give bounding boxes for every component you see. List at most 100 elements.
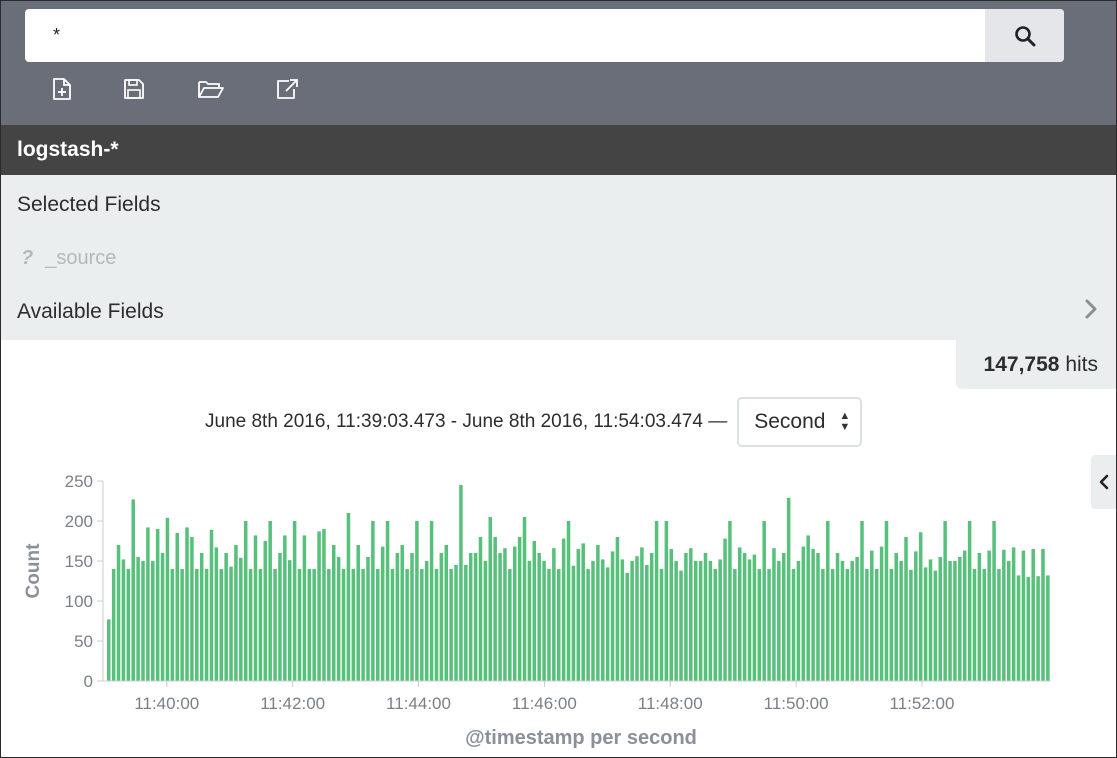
histogram-bar[interactable] bbox=[801, 546, 806, 681]
histogram-bar[interactable] bbox=[439, 553, 444, 681]
histogram-bar[interactable] bbox=[967, 521, 972, 681]
histogram-bar[interactable] bbox=[835, 553, 840, 681]
histogram-bar[interactable] bbox=[473, 553, 478, 681]
histogram-bar[interactable] bbox=[693, 561, 698, 681]
histogram-bar[interactable] bbox=[928, 559, 933, 681]
histogram-bar[interactable] bbox=[992, 521, 996, 681]
histogram-bar[interactable] bbox=[723, 538, 727, 681]
histogram-bar[interactable] bbox=[576, 549, 581, 681]
histogram-bar[interactable] bbox=[610, 551, 615, 681]
histogram-bar[interactable] bbox=[322, 529, 326, 681]
histogram-bar[interactable] bbox=[155, 529, 160, 681]
histogram-bar[interactable] bbox=[972, 569, 977, 681]
histogram-bar[interactable] bbox=[772, 548, 776, 681]
histogram-bar[interactable] bbox=[596, 545, 600, 681]
histogram-bar[interactable] bbox=[410, 553, 414, 681]
histogram-bar[interactable] bbox=[199, 553, 204, 681]
histogram-bar[interactable] bbox=[698, 561, 703, 681]
histogram-bar[interactable] bbox=[659, 569, 664, 681]
histogram-bar[interactable] bbox=[938, 557, 943, 681]
histogram-bar[interactable] bbox=[415, 521, 419, 681]
histogram-bar[interactable] bbox=[483, 561, 488, 681]
available-fields-toggle[interactable] bbox=[1084, 298, 1098, 325]
histogram-bar[interactable] bbox=[395, 553, 400, 681]
histogram-bar[interactable] bbox=[229, 566, 233, 681]
histogram-bar[interactable] bbox=[190, 537, 194, 681]
histogram-bar[interactable] bbox=[733, 569, 737, 681]
histogram-bar[interactable] bbox=[258, 569, 263, 681]
histogram-bar[interactable] bbox=[263, 541, 268, 681]
histogram-bar[interactable] bbox=[151, 561, 155, 681]
histogram-bar[interactable] bbox=[160, 553, 165, 681]
histogram-bar[interactable] bbox=[977, 553, 982, 681]
histogram-bar[interactable] bbox=[317, 531, 321, 681]
histogram-bar[interactable] bbox=[366, 557, 370, 681]
histogram-bar[interactable] bbox=[219, 569, 224, 681]
histogram-bar[interactable] bbox=[708, 561, 713, 681]
histogram-bar[interactable] bbox=[248, 569, 253, 681]
histogram-bar[interactable] bbox=[327, 569, 331, 681]
histogram-bar[interactable] bbox=[268, 521, 272, 681]
histogram-bar[interactable] bbox=[278, 553, 282, 681]
histogram-bar[interactable] bbox=[459, 485, 463, 681]
histogram-bar[interactable] bbox=[649, 553, 654, 681]
share-search-button[interactable] bbox=[274, 75, 300, 103]
histogram-bar[interactable] bbox=[635, 556, 639, 681]
histogram-bar[interactable] bbox=[464, 565, 468, 681]
histogram-bar[interactable] bbox=[312, 569, 316, 681]
histogram-bar[interactable] bbox=[195, 569, 199, 681]
histogram-bar[interactable] bbox=[468, 553, 473, 681]
histogram-bar[interactable] bbox=[767, 569, 771, 681]
histogram-bar[interactable] bbox=[1036, 576, 1040, 681]
histogram-bar[interactable] bbox=[121, 559, 126, 681]
histogram-bar[interactable] bbox=[791, 569, 796, 681]
histogram-bar[interactable] bbox=[625, 573, 629, 681]
histogram-bar[interactable] bbox=[136, 557, 140, 681]
histogram-bar[interactable] bbox=[987, 550, 991, 681]
histogram-bar[interactable] bbox=[840, 561, 845, 681]
interval-select[interactable]: Second ▲ ▼ bbox=[737, 397, 863, 447]
histogram-bar[interactable] bbox=[361, 569, 365, 681]
histogram-bar[interactable] bbox=[126, 569, 131, 681]
histogram-bar[interactable] bbox=[385, 521, 390, 681]
histogram-bar[interactable] bbox=[762, 521, 766, 681]
histogram-bar[interactable] bbox=[674, 561, 678, 681]
histogram-bar[interactable] bbox=[175, 533, 179, 681]
histogram-bar[interactable] bbox=[107, 619, 111, 681]
histogram-bar[interactable] bbox=[620, 559, 625, 681]
histogram-bar[interactable] bbox=[307, 569, 312, 681]
histogram-bar[interactable] bbox=[449, 569, 453, 681]
histogram-bar[interactable] bbox=[821, 569, 825, 681]
histogram-bar[interactable] bbox=[522, 517, 527, 681]
histogram-bar[interactable] bbox=[728, 521, 732, 681]
histogram-bar[interactable] bbox=[982, 569, 987, 681]
new-search-button[interactable] bbox=[49, 75, 75, 103]
histogram-bar[interactable] bbox=[341, 569, 346, 681]
histogram-bar[interactable] bbox=[605, 567, 610, 681]
histogram-bar[interactable] bbox=[1011, 547, 1016, 681]
histogram-bar[interactable] bbox=[287, 560, 292, 681]
histogram-bar[interactable] bbox=[904, 537, 908, 681]
histogram-bar[interactable] bbox=[537, 553, 541, 681]
histogram-bar[interactable] bbox=[380, 546, 385, 681]
histogram-bar[interactable] bbox=[645, 565, 649, 681]
histogram-bar[interactable] bbox=[131, 499, 135, 681]
histogram-bar[interactable] bbox=[478, 537, 483, 681]
histogram-bar[interactable] bbox=[273, 569, 277, 681]
histogram-bar[interactable] bbox=[679, 570, 683, 681]
histogram-bar[interactable] bbox=[914, 551, 918, 681]
histogram-bar[interactable] bbox=[390, 569, 395, 681]
histogram-bar[interactable] bbox=[806, 535, 810, 681]
histogram-bar[interactable] bbox=[718, 559, 722, 681]
histogram-bar[interactable] bbox=[351, 569, 356, 681]
histogram-bar[interactable] bbox=[933, 570, 938, 681]
histogram-bar[interactable] bbox=[581, 543, 585, 681]
histogram-bar[interactable] bbox=[1046, 575, 1050, 681]
histogram-bar[interactable] bbox=[1002, 549, 1006, 681]
histogram-bar[interactable] bbox=[1026, 577, 1031, 681]
histogram-bar[interactable] bbox=[420, 569, 424, 681]
histogram-bar[interactable] bbox=[909, 569, 913, 681]
histogram-bar[interactable] bbox=[116, 545, 121, 681]
histogram-bar[interactable] bbox=[689, 548, 693, 681]
histogram-bar[interactable] bbox=[214, 547, 219, 681]
